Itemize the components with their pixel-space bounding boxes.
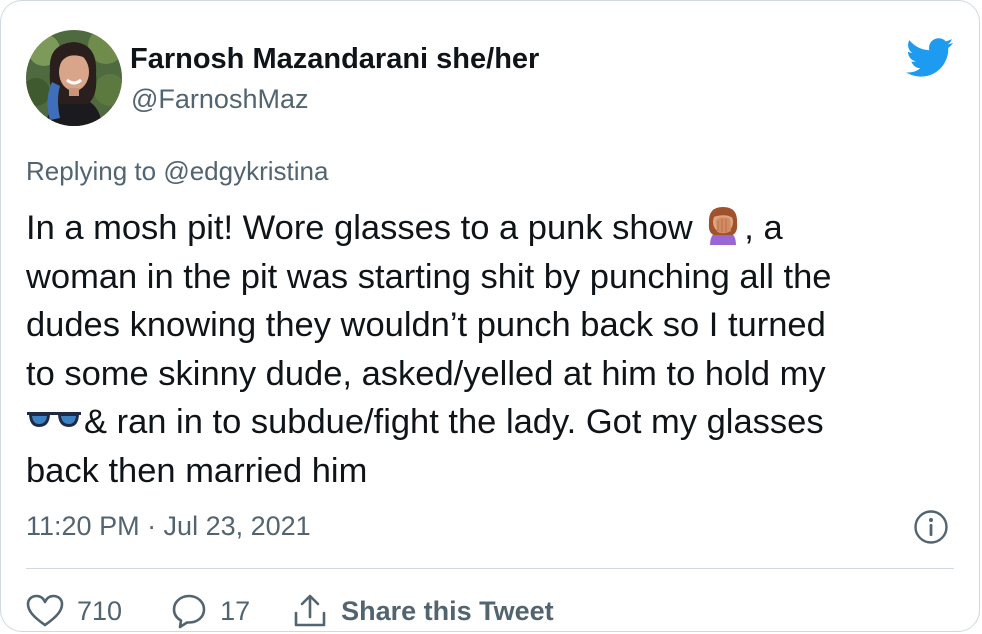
tweet-actions: 710 17 Share this Tweet [26, 589, 554, 633]
sunglasses-emoji-icon [27, 412, 81, 427]
tweet-line-text: In a mosh pit! Wore glasses to a punk sh… [26, 209, 693, 247]
woman-facepalming-emoji-icon [709, 207, 738, 245]
reply-mention-link[interactable]: @edgykristina [163, 156, 328, 186]
tweet-line: back then married him [26, 451, 368, 490]
replying-to-label: Replying to [26, 156, 157, 186]
tweet-line: to some skinny dude, asked/yelled at him… [26, 354, 826, 393]
heart-icon [26, 594, 64, 627]
reply-count: 17 [220, 595, 251, 626]
like-count: 710 [77, 595, 123, 626]
info-icon[interactable] [913, 509, 949, 545]
tweet-line: dudes knowing they wouldn’t punch back s… [26, 306, 826, 344]
tweet-line: In a mosh pit! Wore glasses to a punk sh… [26, 204, 956, 253]
author-handle[interactable]: @FarnoshMaz [131, 84, 308, 115]
share-label: Share this Tweet [341, 595, 554, 626]
tweet-line: & ran in to subdue/fight the lady. Got m… [26, 398, 956, 447]
share-icon [294, 594, 326, 627]
tweet-line-text: , a [744, 209, 783, 247]
reply-button[interactable]: 17 [171, 593, 250, 629]
reply-bubble-icon [172, 594, 206, 629]
share-button[interactable]: Share this Tweet [292, 593, 554, 629]
tweet-line-text: & ran in to subdue/fight the lady. Got m… [84, 403, 824, 441]
reply-context: Replying to @edgykristina [26, 156, 328, 187]
profile-photo [26, 30, 122, 126]
divider [26, 568, 954, 569]
author-display-name[interactable]: Farnosh Mazandarani she/her [130, 43, 539, 76]
like-button[interactable]: 710 [26, 594, 122, 628]
tweet-timestamp[interactable]: 11:20 PM · Jul 23, 2021 [26, 511, 311, 542]
tweet-line: woman in the pit was starting shit by pu… [26, 257, 832, 296]
tweet-card: Farnosh Mazandarani she/her @FarnoshMaz … [0, 0, 980, 632]
twitter-bird-icon[interactable] [905, 38, 955, 78]
avatar[interactable] [26, 30, 122, 126]
tweet-text: In a mosh pit! Wore glasses to a punk sh… [26, 204, 956, 495]
